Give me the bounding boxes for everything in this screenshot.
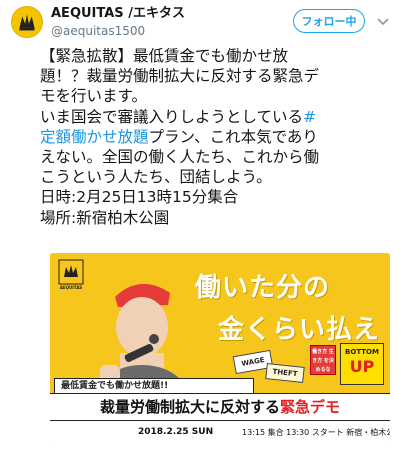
poster-headline-1: 働いた分の	[195, 273, 331, 303]
tweet-line: いま国会で審議入りしようとしている#	[40, 107, 392, 127]
display-name[interactable]: AEQUITAS /エキタス	[51, 6, 185, 22]
sign-red: 働き方 生き方 を決めるな	[310, 345, 336, 375]
sign-theft: THEFT	[265, 363, 305, 383]
tweet-text: 【緊急拡散】最低賃金でも働かせ放 題！？裁量労働制拡大に反対する緊急デ モを行い…	[40, 46, 392, 228]
poster-time-place: 13:15 集合 13:30 スタート 新宿・柏木公園	[242, 428, 390, 437]
poster-headline-2: 金くらい払え	[218, 315, 381, 345]
tweet-line: 定額働かせ放題プラン、これ本気であり	[40, 127, 392, 147]
sign-bottom-up: BOTTOM UP	[340, 343, 384, 385]
account-handle[interactable]: @aequitas1500	[51, 23, 185, 39]
tweet-line: こうという人たち、団結しよう。	[40, 168, 272, 187]
tweet-line: えない。全国の働く人たち、これから働	[40, 147, 320, 166]
hashtag-link[interactable]: 定額働かせ放題	[40, 128, 149, 146]
tweet-line: 【緊急拡散】最低賃金でも働かせ放	[40, 47, 289, 65]
tweet-line: 場所:新宿柏木公園	[40, 208, 170, 227]
avatar[interactable]	[11, 6, 43, 38]
tweet-line-text: プラン、これ本気であり	[148, 127, 318, 146]
account-name-block[interactable]: AEQUITAS /エキタス @aequitas1500	[51, 6, 185, 39]
poster-subtitle: 最低賃金でも働かせ放題!!	[54, 378, 254, 394]
poster-title-text: 裁量労働制拡大に反対する	[99, 398, 280, 416]
poster-event-info: 2018.2.25 SUN 13:15 集合 13:30 スタート 新宿・柏木公…	[50, 421, 390, 444]
tweet-line: 日時:2月25日13時15分集合	[40, 188, 239, 207]
tweet-line: 題！？裁量労働制拡大に反対する緊急デ	[40, 67, 320, 86]
poster-title-red: 緊急デモ	[280, 398, 341, 416]
sign-up-text: UP	[349, 357, 375, 376]
avatar-logo-icon	[12, 7, 42, 37]
tweet-line: モを行います。	[40, 87, 147, 106]
poster-title: 裁量労働制拡大に反対する緊急デモ	[50, 393, 390, 421]
tweet-line-text: いま国会で審議入りしようとしている	[40, 107, 304, 126]
tweet-image[interactable]: AEQUITAS 働いた分の 金くらい払え WAGE THEFT 働き方 生き方…	[50, 253, 390, 444]
following-button[interactable]: フォロー中	[293, 9, 365, 33]
sign-bottom-text: BOTTOM	[345, 348, 379, 356]
hashtag-link-prefix[interactable]: #	[303, 108, 316, 126]
poster-date: 2018.2.25 SUN	[138, 427, 214, 437]
chevron-down-icon[interactable]	[376, 14, 390, 28]
